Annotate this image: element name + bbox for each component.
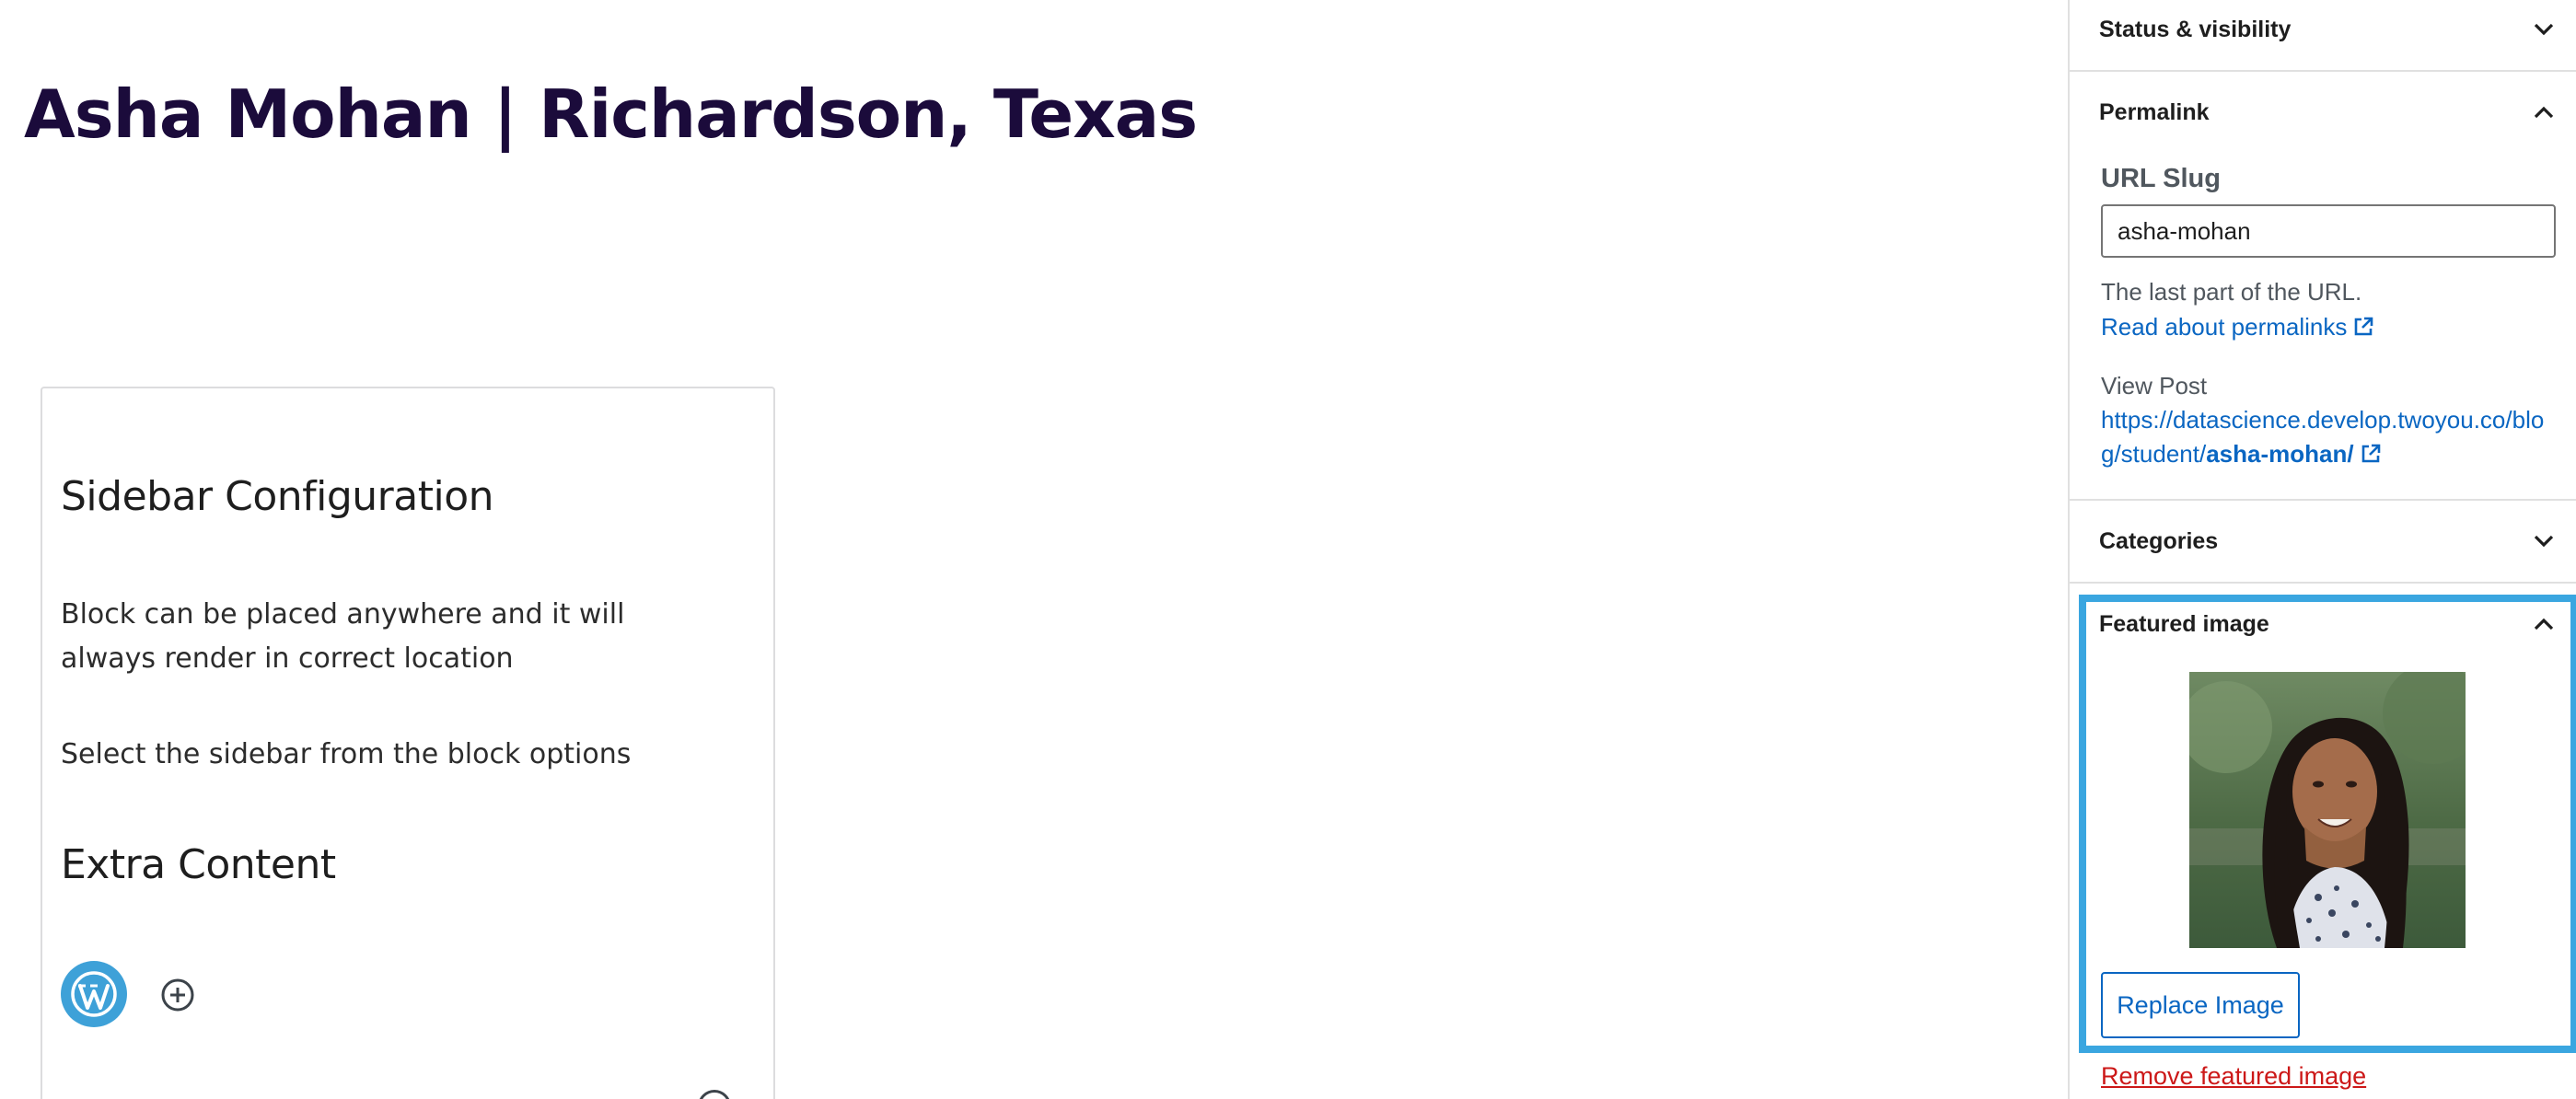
block-heading-sidebar-configuration: Sidebar Configuration	[61, 473, 494, 520]
panel-status-visibility-toggle[interactable]: Status & visibility	[2070, 0, 2576, 70]
sidebar-block[interactable]: Sidebar Configuration Block can be place…	[41, 387, 775, 1099]
block-description: Block can be placed anywhere and it will…	[61, 598, 625, 675]
featured-image-thumbnail[interactable]	[2189, 672, 2466, 948]
panel-categories-toggle[interactable]: Categories	[2070, 501, 2576, 582]
url-slug-input[interactable]	[2101, 204, 2556, 258]
block-instruction: Select the sidebar from the block option…	[61, 738, 632, 770]
post-title[interactable]: Asha Mohan | Richardson, Texas	[24, 75, 1198, 153]
view-post-url-slug: asha-mohan/	[2206, 440, 2354, 468]
read-about-permalinks-label: Read about permalinks	[2101, 313, 2348, 341]
block-inserter-icon[interactable]	[698, 1090, 731, 1099]
url-slug-help: The last part of the URL.	[2101, 278, 2362, 306]
panel-categories-title: Categories	[2099, 527, 2219, 554]
editor-canvas: Asha Mohan | Richardson, Texas Sidebar C…	[0, 0, 2068, 1099]
panel-featured-image-toggle[interactable]: Featured image	[2070, 584, 2576, 665]
replace-image-button[interactable]: Replace Image	[2101, 972, 2300, 1038]
plus-circle-icon	[161, 978, 194, 1012]
chevron-down-icon	[2534, 535, 2554, 548]
chevron-down-icon	[2534, 23, 2554, 36]
block-heading-extra-content: Extra Content	[61, 841, 336, 888]
chevron-up-icon	[2534, 618, 2554, 630]
panel-featured-image-title: Featured image	[2099, 610, 2269, 637]
view-post-link[interactable]: https://datascience.develop.twoyou.co/bl…	[2101, 403, 2561, 471]
panel-permalink-title: Permalink	[2099, 98, 2210, 125]
add-block-button[interactable]	[160, 978, 195, 1012]
external-link-icon	[2355, 317, 2373, 336]
read-about-permalinks-link[interactable]: Read about permalinks	[2101, 313, 2374, 341]
remove-featured-image-link[interactable]: Remove featured image	[2101, 1062, 2366, 1091]
wordpress-logo-icon	[61, 961, 127, 1027]
chevron-up-icon	[2534, 106, 2554, 119]
panel-status-visibility-title: Status & visibility	[2099, 16, 2292, 42]
url-slug-label: URL Slug	[2101, 164, 2221, 193]
view-post-label: View Post	[2101, 372, 2208, 399]
panel-permalink-toggle[interactable]: Permalink	[2070, 72, 2576, 153]
external-link-icon	[2361, 444, 2380, 463]
